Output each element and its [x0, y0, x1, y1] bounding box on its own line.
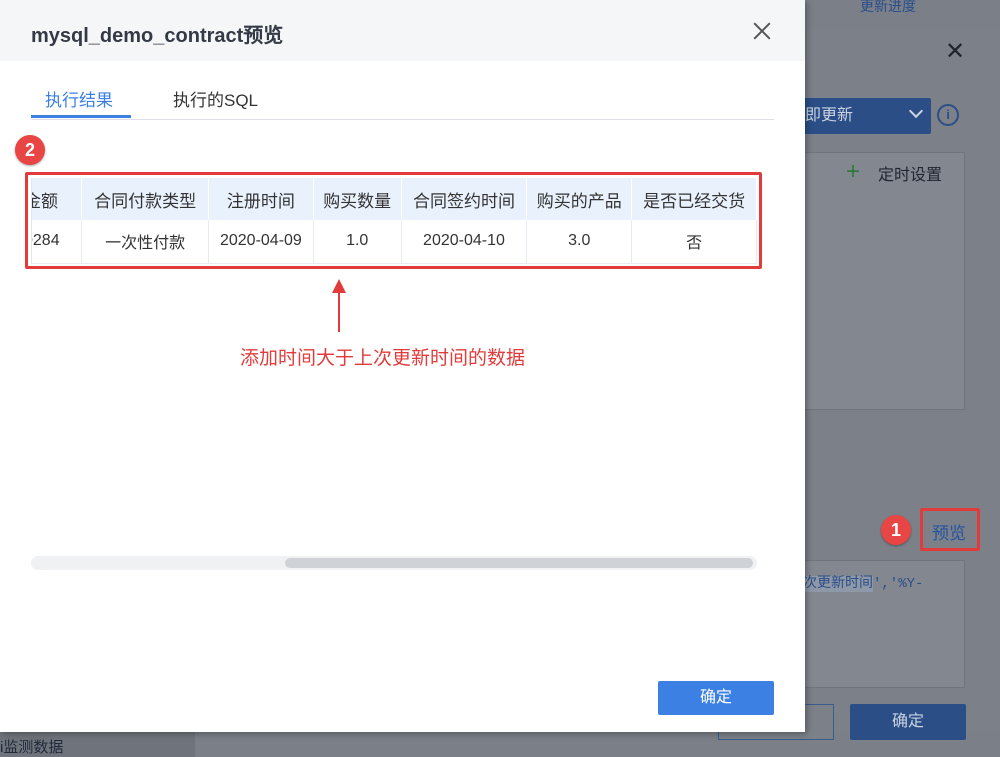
annotation-text: 添加时间大于上次更新时间的数据	[240, 348, 526, 369]
sql-code-rest: ','%Y-	[873, 576, 924, 592]
close-icon[interactable]	[749, 18, 775, 44]
sql-code-snippet: 次更新时间','%Y-	[803, 572, 923, 592]
horizontal-scrollbar[interactable]	[31, 556, 757, 570]
dialog-title: mysql_demo_contract预览	[31, 25, 284, 47]
confirm-button[interactable]: 确定	[658, 681, 774, 715]
plus-icon: +	[846, 158, 861, 185]
preview-dialog: mysql_demo_contract预览 执行结果 执行的SQL 金额 合同付…	[0, 0, 805, 732]
timer-settings-label: 定时设置	[878, 167, 943, 184]
highlight-box-preview	[920, 508, 980, 551]
dialog-header: mysql_demo_contract预览	[0, 0, 805, 61]
tab-executed-sql[interactable]: 执行的SQL	[173, 86, 258, 111]
scrollbar-thumb[interactable]	[285, 558, 753, 568]
background-close-icon: ✕	[944, 38, 966, 65]
update-now-label: 即更新	[805, 107, 854, 124]
info-icon: i	[937, 104, 959, 126]
highlight-box-table	[25, 172, 762, 269]
tab-bar: 执行结果 执行的SQL	[31, 84, 774, 120]
arrow-shaft	[338, 290, 340, 332]
step-marker-2: 2	[15, 135, 45, 165]
sql-code-highlight: 次更新时间	[803, 576, 873, 592]
active-tab-indicator	[31, 115, 131, 118]
tab-execution-result[interactable]: 执行结果	[45, 86, 113, 111]
step-marker-1: 1	[881, 515, 911, 545]
background-bottom-label: i监测数据	[0, 739, 64, 756]
chevron-down-icon	[908, 103, 924, 119]
background-ok-button: 确定	[850, 704, 966, 740]
background-settings-box	[795, 152, 965, 410]
update-progress-link: 更新进度	[860, 0, 916, 14]
update-now-button: 即更新	[795, 98, 931, 134]
